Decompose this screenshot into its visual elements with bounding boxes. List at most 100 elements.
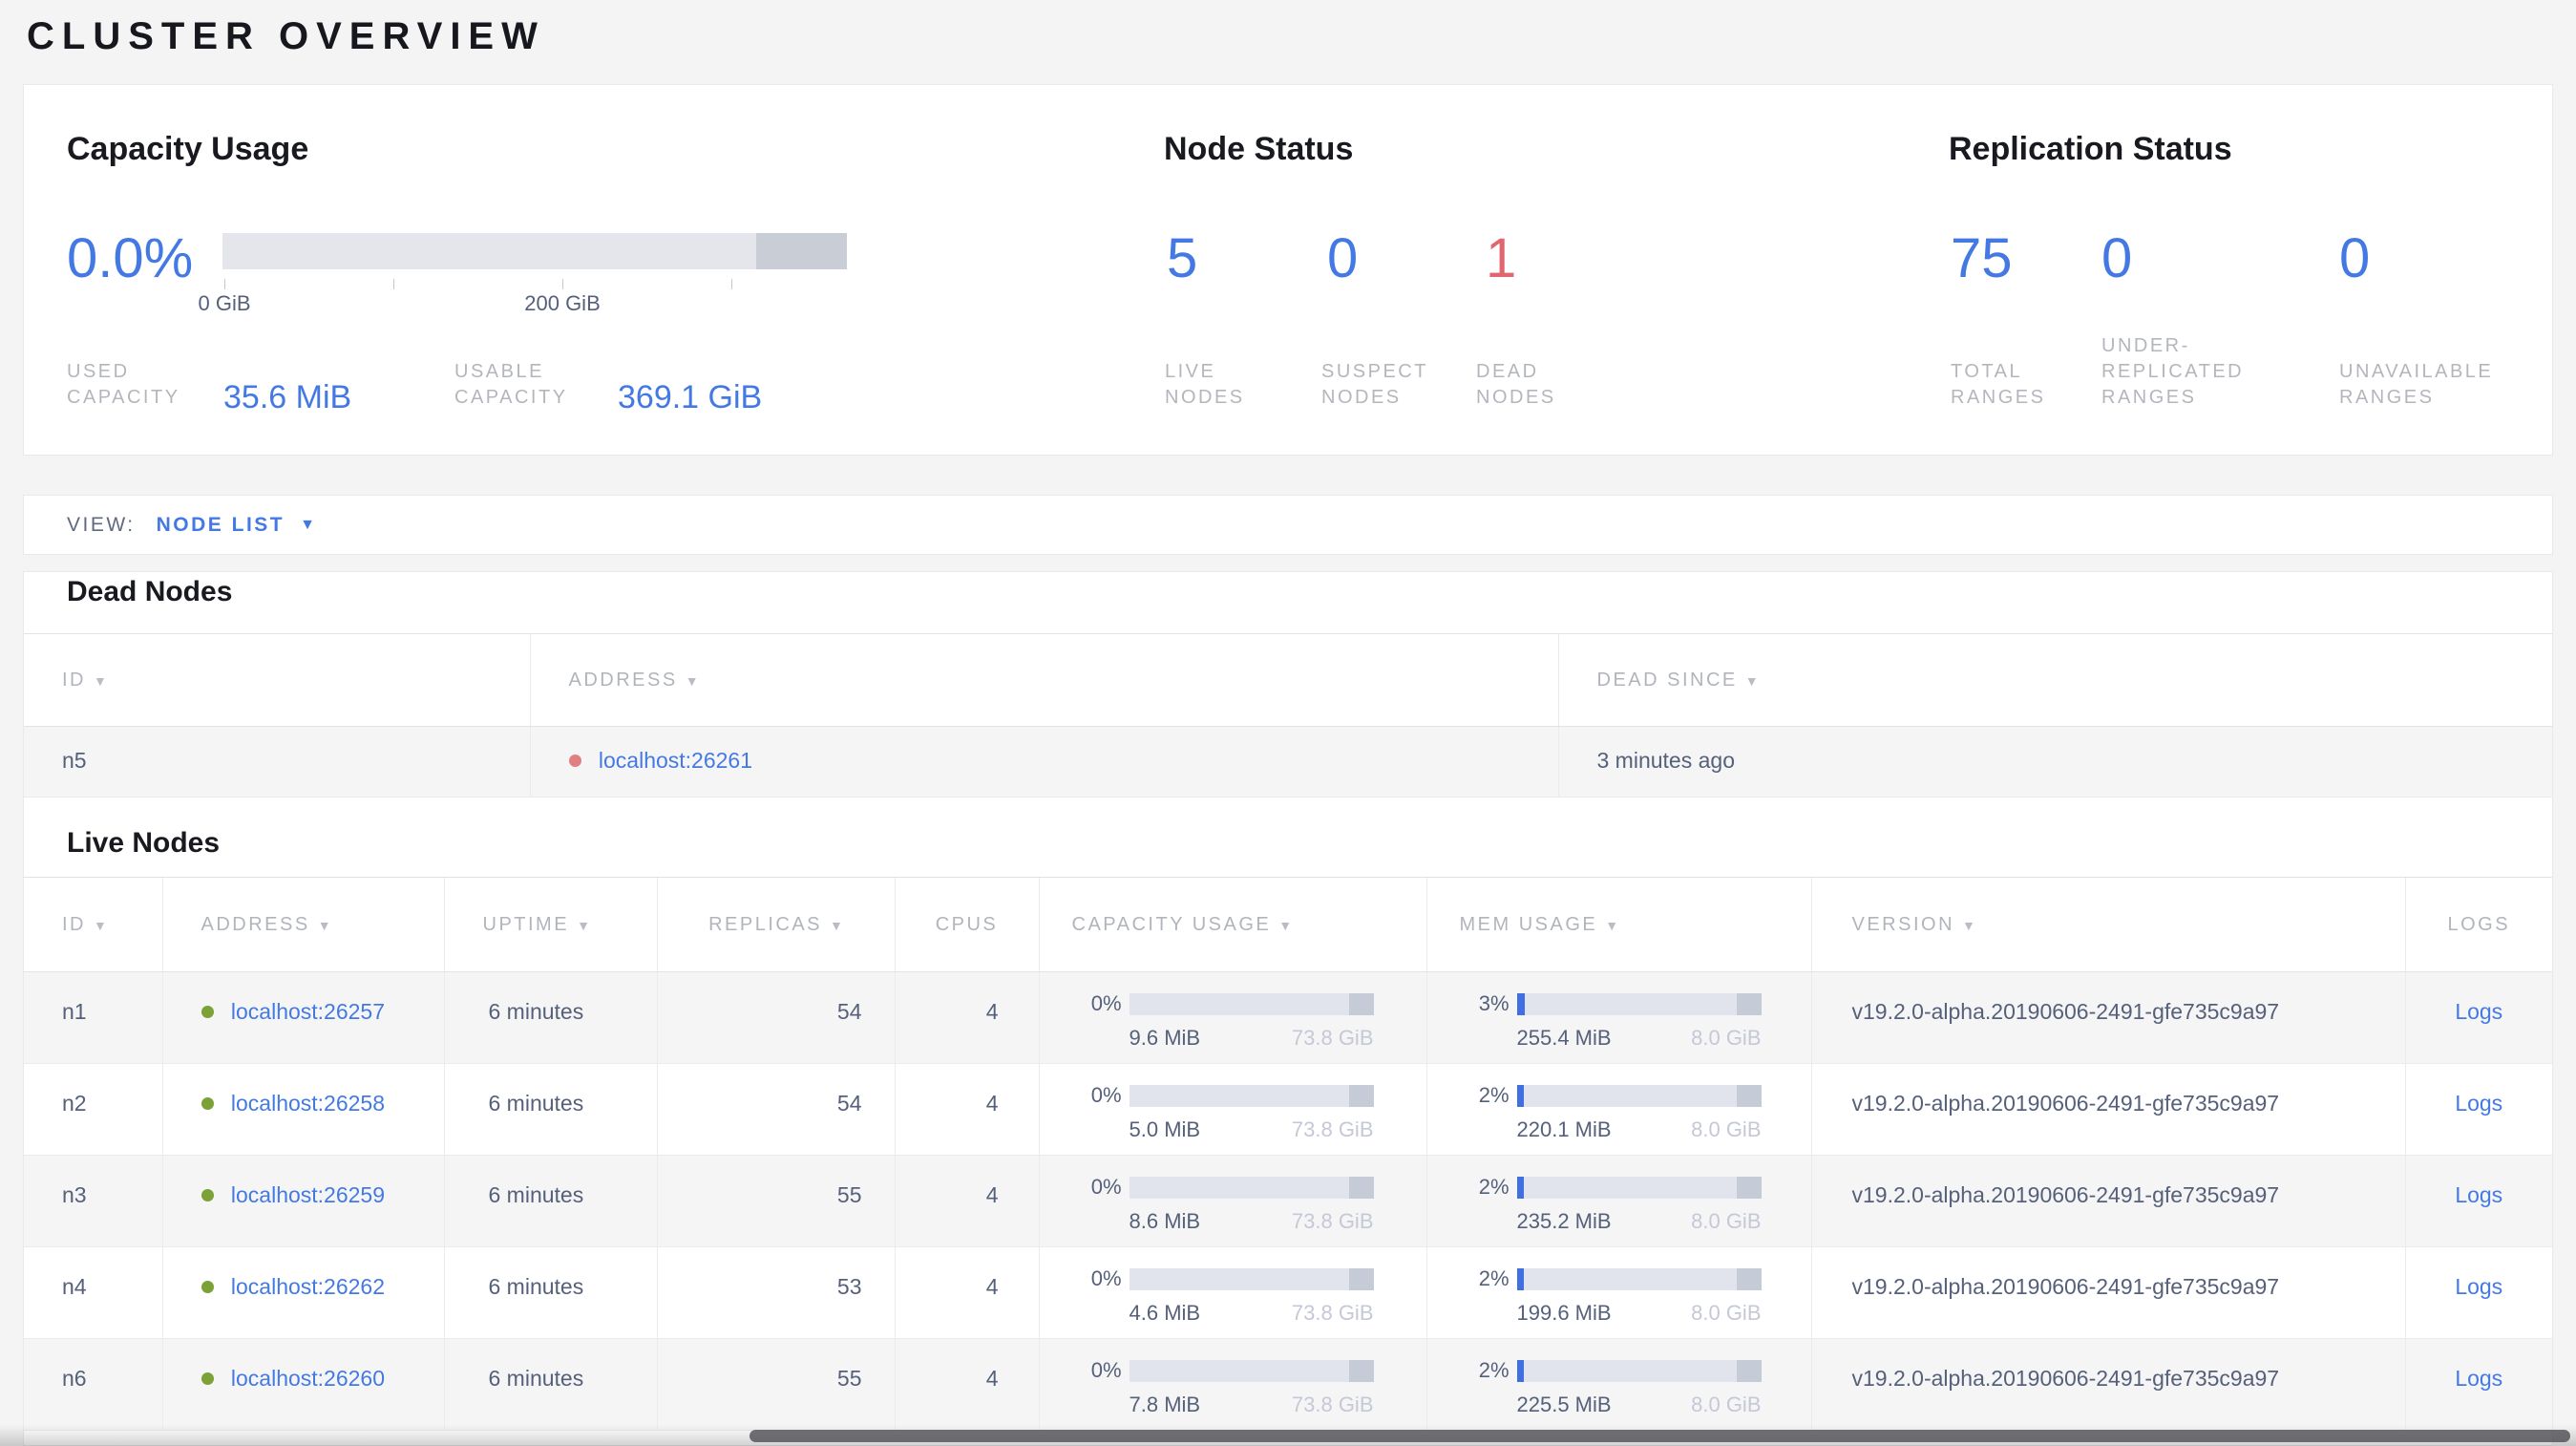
- cluster-summary-panel: Capacity Usage 0.0% 0 GiB 200 GiB USED C…: [23, 84, 2553, 456]
- uptime-cell: 6 minutes: [443, 1155, 657, 1247]
- node-address-link[interactable]: localhost:26262: [231, 1274, 385, 1299]
- bar-endcap: [1736, 992, 1762, 1015]
- sort-desc-icon: ▼: [1962, 917, 1975, 933]
- logs-link[interactable]: Logs: [2455, 1274, 2502, 1299]
- live-status-icon: [201, 1097, 214, 1110]
- mem-usage-cell: 2% 225.5 MiB 8.0 GiB: [1425, 1338, 1811, 1431]
- logs-link[interactable]: Logs: [2455, 1091, 2502, 1116]
- column-header-logs: LOGS: [2404, 877, 2552, 972]
- capacity-usage-bar: [222, 233, 847, 269]
- logs-cell: Logs: [2404, 1155, 2552, 1247]
- column-header-uptime[interactable]: UPTIME ▼: [443, 877, 657, 972]
- cpus-cell: 4: [894, 1338, 1039, 1431]
- live-status-icon: [201, 1189, 214, 1201]
- logs-cell: Logs: [2404, 1063, 2552, 1156]
- table-row: n3 localhost:26259 6 minutes 55 4 0% 8.6…: [24, 1155, 2552, 1247]
- mem-mini-bar: [1516, 1359, 1762, 1382]
- uptime-cell: 6 minutes: [443, 1338, 657, 1431]
- column-header-cpus[interactable]: CPUS: [894, 877, 1039, 972]
- usable-capacity-value: 369.1 GiB: [618, 379, 763, 415]
- capacity-usage-percent: 0.0%: [67, 227, 194, 289]
- node-id-cell: n6: [24, 1338, 162, 1431]
- node-address-cell: localhost:26261: [529, 726, 1558, 797]
- cpus-cell: 4: [894, 971, 1039, 1064]
- node-address-cell: localhost:26258: [161, 1063, 444, 1156]
- cpus-cell: 4: [894, 1246, 1039, 1339]
- table-row: n6 localhost:26260 6 minutes 55 4 0% 7.8…: [24, 1338, 2552, 1431]
- column-header-replicas[interactable]: REPLICAS ▼: [656, 877, 895, 972]
- node-address-link[interactable]: localhost:26259: [231, 1182, 385, 1207]
- live-nodes-label: LIVE NODES: [1165, 361, 1245, 408]
- logs-link[interactable]: Logs: [2455, 999, 2502, 1024]
- table-row: n1 localhost:26257 6 minutes 54 4 0% 9.6…: [24, 971, 2552, 1064]
- sort-desc-icon: ▼: [317, 917, 331, 933]
- column-header-capacity-usage[interactable]: CAPACITY USAGE ▼: [1038, 877, 1426, 972]
- mem-usage-cell: 3% 255.4 MiB 8.0 GiB: [1425, 971, 1811, 1064]
- sort-desc-icon: ▼: [1278, 917, 1293, 933]
- logs-link[interactable]: Logs: [2455, 1366, 2502, 1391]
- dead-nodes-count: 1: [1486, 227, 1517, 289]
- axis-tick: [224, 279, 225, 289]
- bar-endcap: [1736, 1267, 1762, 1290]
- sort-desc-icon: ▼: [685, 672, 699, 689]
- chevron-down-icon[interactable]: ▼: [300, 517, 317, 534]
- bar-endcap: [1348, 992, 1374, 1015]
- mem-mini-bar: [1516, 1176, 1762, 1199]
- total-ranges-label: TOTAL RANGES: [1951, 361, 2046, 408]
- logs-cell: Logs: [2404, 971, 2552, 1064]
- logs-link[interactable]: Logs: [2455, 1182, 2502, 1207]
- column-header-mem-usage[interactable]: MEM USAGE ▼: [1425, 877, 1811, 972]
- horizontal-scrollbar[interactable]: [750, 1430, 2570, 1442]
- capacity-usage-title: Capacity Usage: [67, 131, 309, 167]
- capacity-bar-endcap: [756, 233, 847, 269]
- logs-cell: Logs: [2404, 1246, 2552, 1339]
- node-id-cell: n5: [24, 726, 530, 797]
- sort-desc-icon: ▼: [1744, 672, 1759, 689]
- live-status-icon: [201, 1372, 214, 1385]
- column-header-id[interactable]: ID ▼: [24, 633, 530, 727]
- unavailable-ranges-label: UNAVAILABLE RANGES: [2339, 361, 2494, 408]
- node-address-link[interactable]: localhost:26260: [231, 1366, 385, 1391]
- column-header-dead-since[interactable]: DEAD SINCE ▼: [1557, 633, 2552, 727]
- view-bar: VIEW: NODE LIST ▼: [23, 495, 2553, 555]
- node-id-cell: n3: [24, 1155, 162, 1247]
- nodes-panel: Dead Nodes ID ▼ ADDRESS ▼ DEAD SINCE ▼ n5 l…: [23, 571, 2553, 1446]
- table-row: n5 localhost:26261 3 minutes ago: [24, 726, 2552, 797]
- logs-cell: Logs: [2404, 1338, 2552, 1431]
- suspect-nodes-label: SUSPECT NODES: [1321, 361, 1428, 408]
- column-header-address[interactable]: ADDRESS ▼: [529, 633, 1558, 727]
- replicas-cell: 53: [656, 1246, 895, 1339]
- replicas-cell: 54: [656, 971, 895, 1064]
- under-replicated-ranges-label: UNDER-REPLICATED RANGES: [2101, 335, 2245, 408]
- node-address-link[interactable]: localhost:26257: [231, 999, 385, 1024]
- node-id-cell: n4: [24, 1246, 162, 1339]
- used-capacity-value: 35.6 MiB: [223, 379, 352, 415]
- mem-mini-bar: [1516, 992, 1762, 1015]
- total-ranges-count: 75: [1951, 227, 2013, 289]
- under-replicated-ranges-count: 0: [2101, 227, 2133, 289]
- mem-usage-cell: 2% 235.2 MiB 8.0 GiB: [1425, 1155, 1811, 1247]
- suspect-nodes-count: 0: [1327, 227, 1359, 289]
- bar-endcap: [1736, 1176, 1762, 1199]
- axis-tick: [562, 279, 563, 289]
- version-cell: v19.2.0-alpha.20190606-2491-gfe735c9a97: [1810, 1063, 2405, 1156]
- mem-usage-cell: 2% 220.1 MiB 8.0 GiB: [1425, 1063, 1811, 1156]
- column-header-version[interactable]: VERSION ▼: [1810, 877, 2405, 972]
- column-header-id[interactable]: ID ▼: [24, 877, 162, 972]
- sort-desc-icon: ▼: [1605, 917, 1619, 933]
- node-address-link[interactable]: localhost:26261: [599, 748, 752, 773]
- view-selector[interactable]: NODE LIST: [157, 514, 285, 537]
- dead-nodes-label: DEAD NODES: [1476, 361, 1556, 408]
- column-header-address[interactable]: ADDRESS ▼: [161, 877, 444, 972]
- mem-mini-bar: [1516, 1267, 1762, 1290]
- node-id-cell: n2: [24, 1063, 162, 1156]
- dead-since-cell: 3 minutes ago: [1557, 726, 2552, 797]
- capacity-usage-cell: 0% 8.6 MiB 73.8 GiB: [1038, 1155, 1426, 1247]
- capacity-usage-cell: 0% 9.6 MiB 73.8 GiB: [1038, 971, 1426, 1064]
- node-address-cell: localhost:26259: [161, 1155, 444, 1247]
- capacity-mini-bar: [1129, 1084, 1374, 1107]
- bar-endcap: [1348, 1359, 1374, 1382]
- node-address-link[interactable]: localhost:26258: [231, 1091, 385, 1116]
- node-status-title: Node Status: [1164, 131, 1354, 167]
- capacity-mini-bar: [1129, 1176, 1374, 1199]
